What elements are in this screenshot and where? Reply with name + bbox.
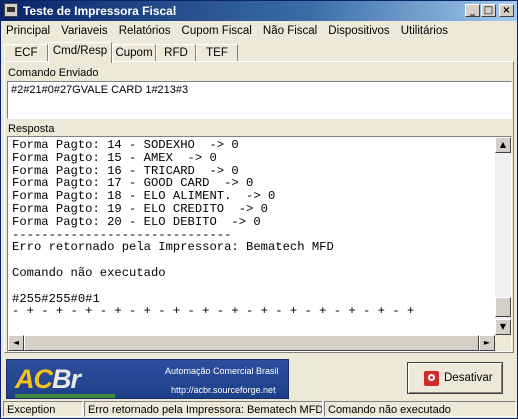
menu-relatorios[interactable]: Relatórios (116, 22, 174, 41)
menu-principal[interactable]: Principal (3, 22, 53, 41)
logo-accent-bar (15, 394, 115, 398)
status-panel-message: Comando não executado (324, 401, 516, 417)
scroll-corner (495, 335, 511, 351)
logo-tagline: Automação Comercial Brasil (165, 366, 279, 376)
menu-dispositivos[interactable]: Dispositivos (325, 22, 392, 41)
printer-icon (4, 3, 18, 17)
tab-ecf[interactable]: ECF (4, 44, 48, 61)
tab-rfd[interactable]: RFD (156, 44, 196, 61)
resposta-line: Forma Pagto: 20 - ELO DEBITO -> 0 (12, 214, 261, 229)
comando-input[interactable]: #2#21#0#27GVALE CARD 1#213#3 (7, 81, 512, 119)
vertical-scroll-thumb[interactable] (495, 297, 511, 317)
resposta-line: Comando não executado (12, 265, 166, 280)
resposta-line: Forma Pagto: 14 - SODEXHO -> 0 (12, 138, 239, 152)
desativar-label: Desativar (444, 372, 493, 384)
tab-tef[interactable]: TEF (196, 44, 238, 61)
logo-url: http://acbr.sourceforge.net (171, 385, 276, 395)
vertical-scrollbar[interactable]: ▲ ▼ (495, 137, 511, 335)
scroll-up-arrow-icon[interactable]: ▲ (495, 137, 511, 153)
tab-strip: ECF Cmd/Resp Cupom RFD TEF (4, 42, 514, 63)
desativar-button[interactable]: Desativar (407, 362, 503, 394)
menu-utilitarios[interactable]: Utilitários (398, 22, 451, 41)
resposta-label: Resposta (8, 123, 55, 135)
minimize-button[interactable]: _ (465, 4, 480, 17)
resposta-text: Forma Pagto: 14 - SODEXHO -> 0 Forma Pagt… (12, 139, 492, 318)
resposta-line: Erro retornado pela Impressora: Bematech… (12, 240, 334, 255)
menu-variaveis[interactable]: Variaveis (58, 22, 110, 41)
horizontal-scrollbar[interactable]: ◄ ► (8, 335, 495, 351)
acbr-logo: ACBr Automação Comercial Brasil http://a… (6, 359, 289, 399)
window-title: Teste de Impressora Fiscal (23, 4, 177, 18)
tab-cmd-resp[interactable]: Cmd/Resp (48, 42, 112, 63)
resposta-line: - + - + - + - + - + - + - + - + - + - + … (12, 304, 415, 319)
power-icon (424, 371, 439, 386)
resposta-textarea[interactable]: Forma Pagto: 14 - SODEXHO -> 0 Forma Pagt… (7, 136, 512, 352)
status-panel-error: Erro retornado pela Impressora: Bematech… (84, 401, 323, 417)
resposta-line (12, 280, 492, 293)
tab-cupom[interactable]: Cupom (112, 44, 156, 61)
menu-nao-fiscal[interactable]: Não Fiscal (260, 22, 320, 41)
menu-bar: Principal Variaveis Relatórios Cupom Fis… (1, 22, 517, 41)
scroll-left-arrow-icon[interactable]: ◄ (8, 335, 24, 351)
status-panel-exception: Exception (3, 401, 83, 417)
horizontal-scroll-thumb[interactable] (24, 335, 479, 351)
title-bar[interactable]: Teste de Impressora Fiscal _ □ × (1, 1, 517, 21)
menu-cupom-fiscal[interactable]: Cupom Fiscal (179, 22, 255, 41)
scroll-down-arrow-icon[interactable]: ▼ (495, 319, 511, 335)
status-bar: Exception Erro retornado pela Impressora… (1, 400, 517, 418)
resposta-line: Forma Pagto: 19 - ELO CREDITO -> 0 (12, 201, 268, 216)
app-window: Teste de Impressora Fiscal _ □ × Princip… (0, 0, 518, 419)
resposta-line: Forma Pagto: 15 - AMEX -> 0 (12, 150, 217, 165)
close-button[interactable]: × (499, 4, 514, 17)
maximize-button[interactable]: □ (481, 4, 496, 17)
comando-label: Comando Enviado (8, 67, 99, 79)
acbr-logo-mark: ACBr (15, 364, 81, 394)
scroll-right-arrow-icon[interactable]: ► (479, 335, 495, 351)
